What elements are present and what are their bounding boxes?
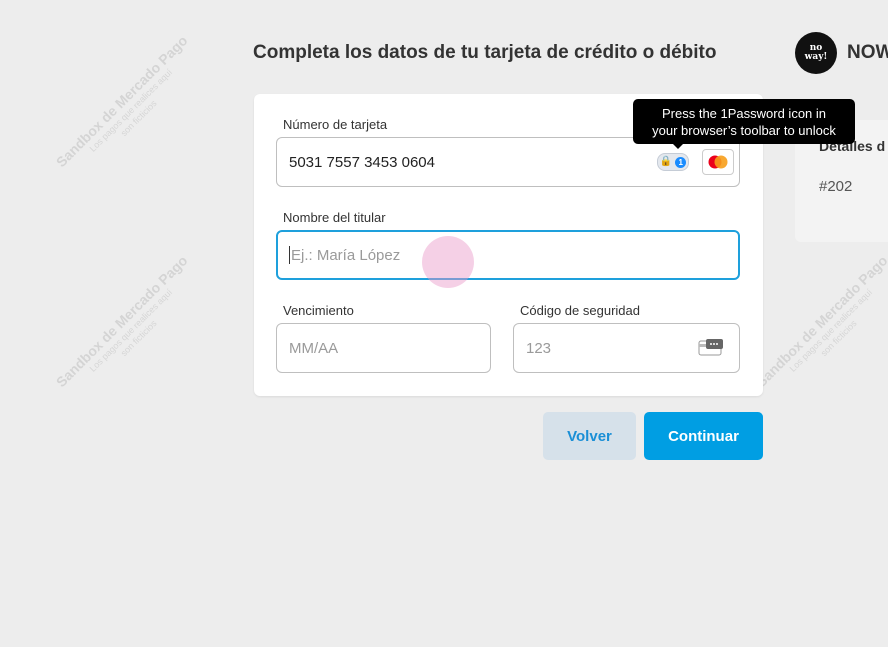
1password-lock-icon[interactable]: 🔒 1 <box>657 153 689 171</box>
sandbox-watermark: Sandbox de Mercado Pago Los pagos que re… <box>52 32 191 171</box>
order-number: #202 <box>819 178 853 195</box>
expiry-placeholder: MM/AA <box>289 339 339 357</box>
continue-button[interactable]: Continuar <box>644 412 763 460</box>
tooltip-arrow <box>672 143 684 149</box>
store-logo: no way! <box>795 32 837 74</box>
card-number-label: Número de tarjeta <box>283 117 388 132</box>
1password-logo-icon: 1 <box>675 156 687 168</box>
mastercard-icon <box>702 149 734 175</box>
page-title: Completa los datos de tu tarjeta de créd… <box>253 42 717 63</box>
text-caret <box>289 246 290 264</box>
cvv-label: Código de seguridad <box>520 303 640 318</box>
card-number-value: 5031 7557 3453 0604 <box>289 153 435 171</box>
expiry-input[interactable]: MM/AA <box>276 323 491 373</box>
expiry-label: Vencimiento <box>283 303 354 318</box>
lock-icon: 🔒 <box>659 156 673 167</box>
holder-label: Nombre del titular <box>283 210 386 225</box>
store-name: NOW <box>847 42 888 63</box>
sandbox-watermark: Sandbox de Mercado Pago Los pagos que re… <box>752 252 888 391</box>
store-header: no way! NOW <box>795 32 888 74</box>
sandbox-watermark: Sandbox de Mercado Pago Los pagos que re… <box>52 252 191 391</box>
cvv-card-icon <box>698 339 723 356</box>
holder-placeholder: Ej.: María López <box>291 246 401 264</box>
cvv-placeholder: 123 <box>526 339 552 357</box>
cvv-input[interactable]: 123 <box>513 323 740 373</box>
holder-name-input[interactable]: Ej.: María López <box>276 230 740 280</box>
1password-tooltip: Press the 1Password icon in your browser… <box>633 99 855 144</box>
card-number-input[interactable]: 5031 7557 3453 0604 🔒 1 <box>276 137 740 187</box>
back-button[interactable]: Volver <box>543 412 636 460</box>
